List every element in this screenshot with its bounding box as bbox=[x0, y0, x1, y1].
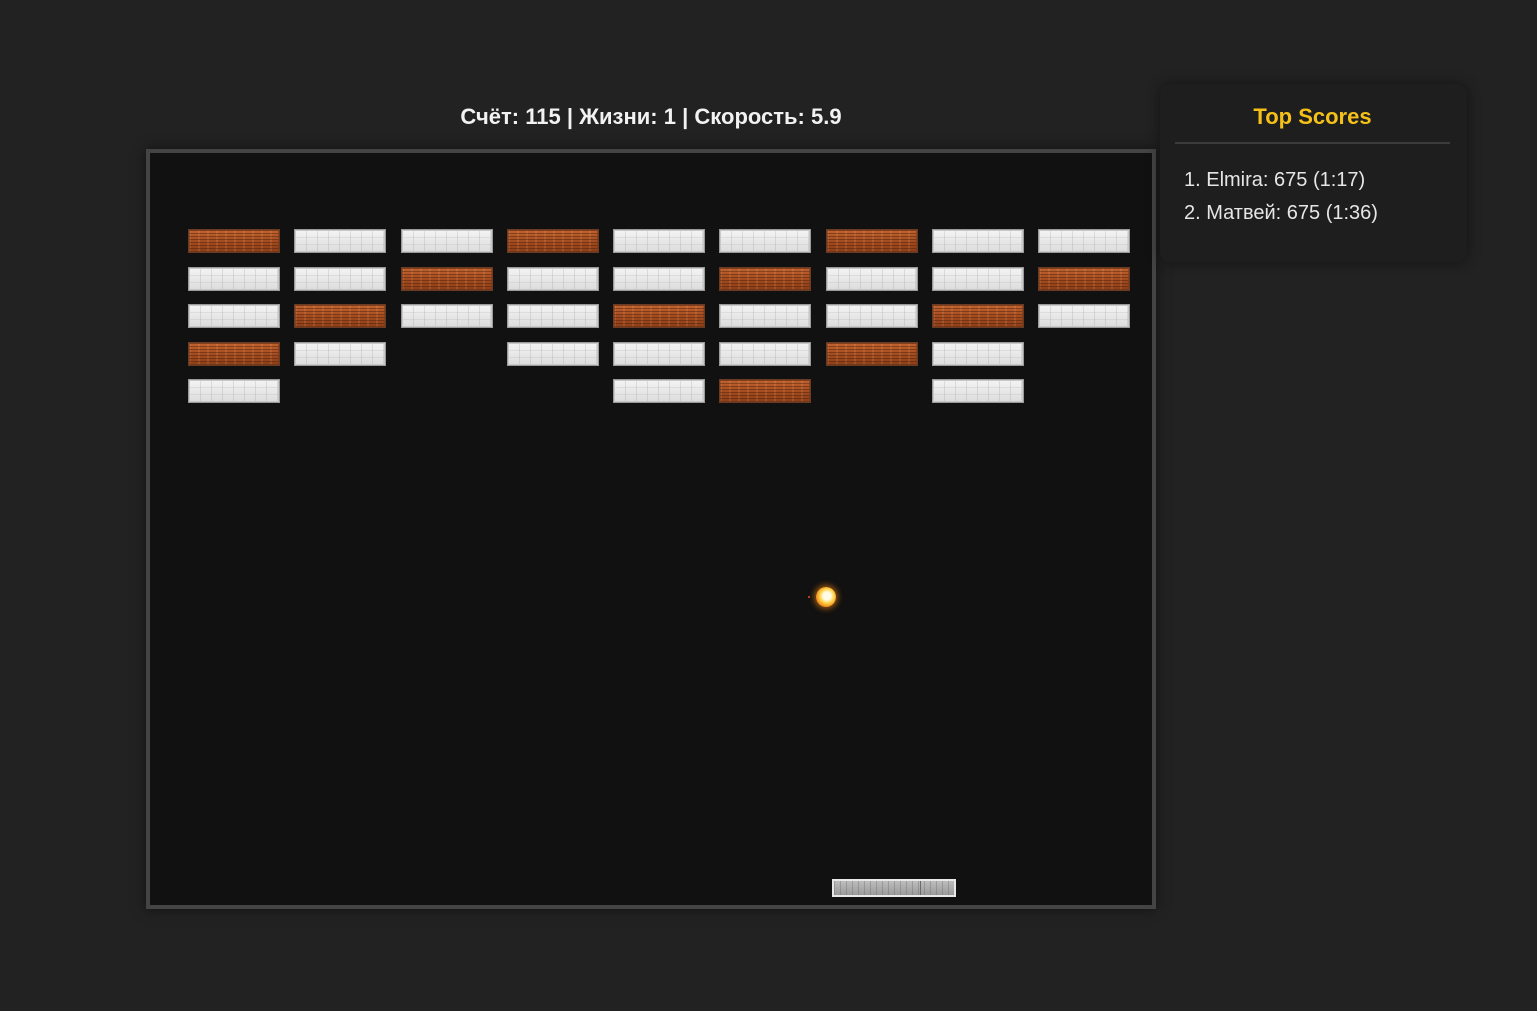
stone-brick bbox=[932, 229, 1024, 253]
lives-label: Жизни: bbox=[579, 104, 658, 129]
stone-brick bbox=[932, 267, 1024, 291]
stone-brick bbox=[719, 304, 811, 328]
stone-brick bbox=[507, 342, 599, 366]
stone-brick bbox=[188, 304, 280, 328]
stone-brick bbox=[932, 342, 1024, 366]
score-value: 115 bbox=[525, 104, 561, 129]
game-hud: Счёт: 115 | Жизни: 1 | Скорость: 5.9 bbox=[146, 103, 1156, 131]
ball bbox=[816, 587, 836, 607]
stone-brick bbox=[613, 342, 705, 366]
speed-value: 5.9 bbox=[811, 104, 842, 129]
score-label: Счёт: bbox=[460, 104, 520, 129]
leaderboard-entry: 1. Elmira: 675 (1:17) bbox=[1184, 169, 1366, 191]
wood-brick bbox=[932, 304, 1024, 328]
stone-brick bbox=[826, 304, 918, 328]
leaderboard-divider bbox=[1175, 142, 1450, 144]
stone-brick bbox=[826, 267, 918, 291]
wood-brick bbox=[613, 304, 705, 328]
wood-brick bbox=[188, 229, 280, 253]
hud-separator-1: | bbox=[566, 104, 573, 129]
stone-brick bbox=[188, 379, 280, 403]
stone-brick bbox=[613, 379, 705, 403]
wood-brick bbox=[826, 342, 918, 366]
lives-value: 1 bbox=[663, 104, 676, 129]
stone-brick bbox=[401, 304, 493, 328]
stone-brick bbox=[1038, 229, 1130, 253]
hud-separator-2: | bbox=[682, 104, 689, 129]
stone-brick bbox=[401, 229, 493, 253]
leaderboard-title: Top Scores bbox=[1253, 104, 1372, 129]
stone-brick bbox=[719, 342, 811, 366]
stone-brick bbox=[719, 229, 811, 253]
ball-trail bbox=[808, 596, 810, 598]
wood-brick bbox=[1038, 267, 1130, 291]
wood-brick bbox=[401, 267, 493, 291]
game-board[interactable] bbox=[146, 149, 1156, 909]
wood-brick bbox=[507, 229, 599, 253]
stone-brick bbox=[507, 304, 599, 328]
stone-brick bbox=[932, 379, 1024, 403]
wood-brick bbox=[294, 304, 386, 328]
wood-brick bbox=[719, 267, 811, 291]
stone-brick bbox=[507, 267, 599, 291]
paddle-seam bbox=[920, 881, 921, 895]
stone-brick bbox=[294, 229, 386, 253]
speed-label: Скорость: bbox=[694, 104, 805, 129]
wood-brick bbox=[188, 342, 280, 366]
wood-brick bbox=[719, 379, 811, 403]
leaderboard-list: 1. Elmira: 675 (1:17) 2. Матвей: 675 (1:3… bbox=[1184, 164, 1378, 230]
leaderboard-entry: 2. Матвей: 675 (1:36) bbox=[1184, 202, 1378, 224]
stone-brick bbox=[294, 267, 386, 291]
stone-brick bbox=[1038, 304, 1130, 328]
stone-brick bbox=[613, 267, 705, 291]
stone-brick bbox=[188, 267, 280, 291]
stone-brick bbox=[294, 342, 386, 366]
leaderboard-panel: Top Scores 1. Elmira: 675 (1:17) 2. Матве… bbox=[1160, 84, 1467, 262]
wood-brick bbox=[826, 229, 918, 253]
paddle[interactable] bbox=[832, 879, 956, 897]
stone-brick bbox=[613, 229, 705, 253]
